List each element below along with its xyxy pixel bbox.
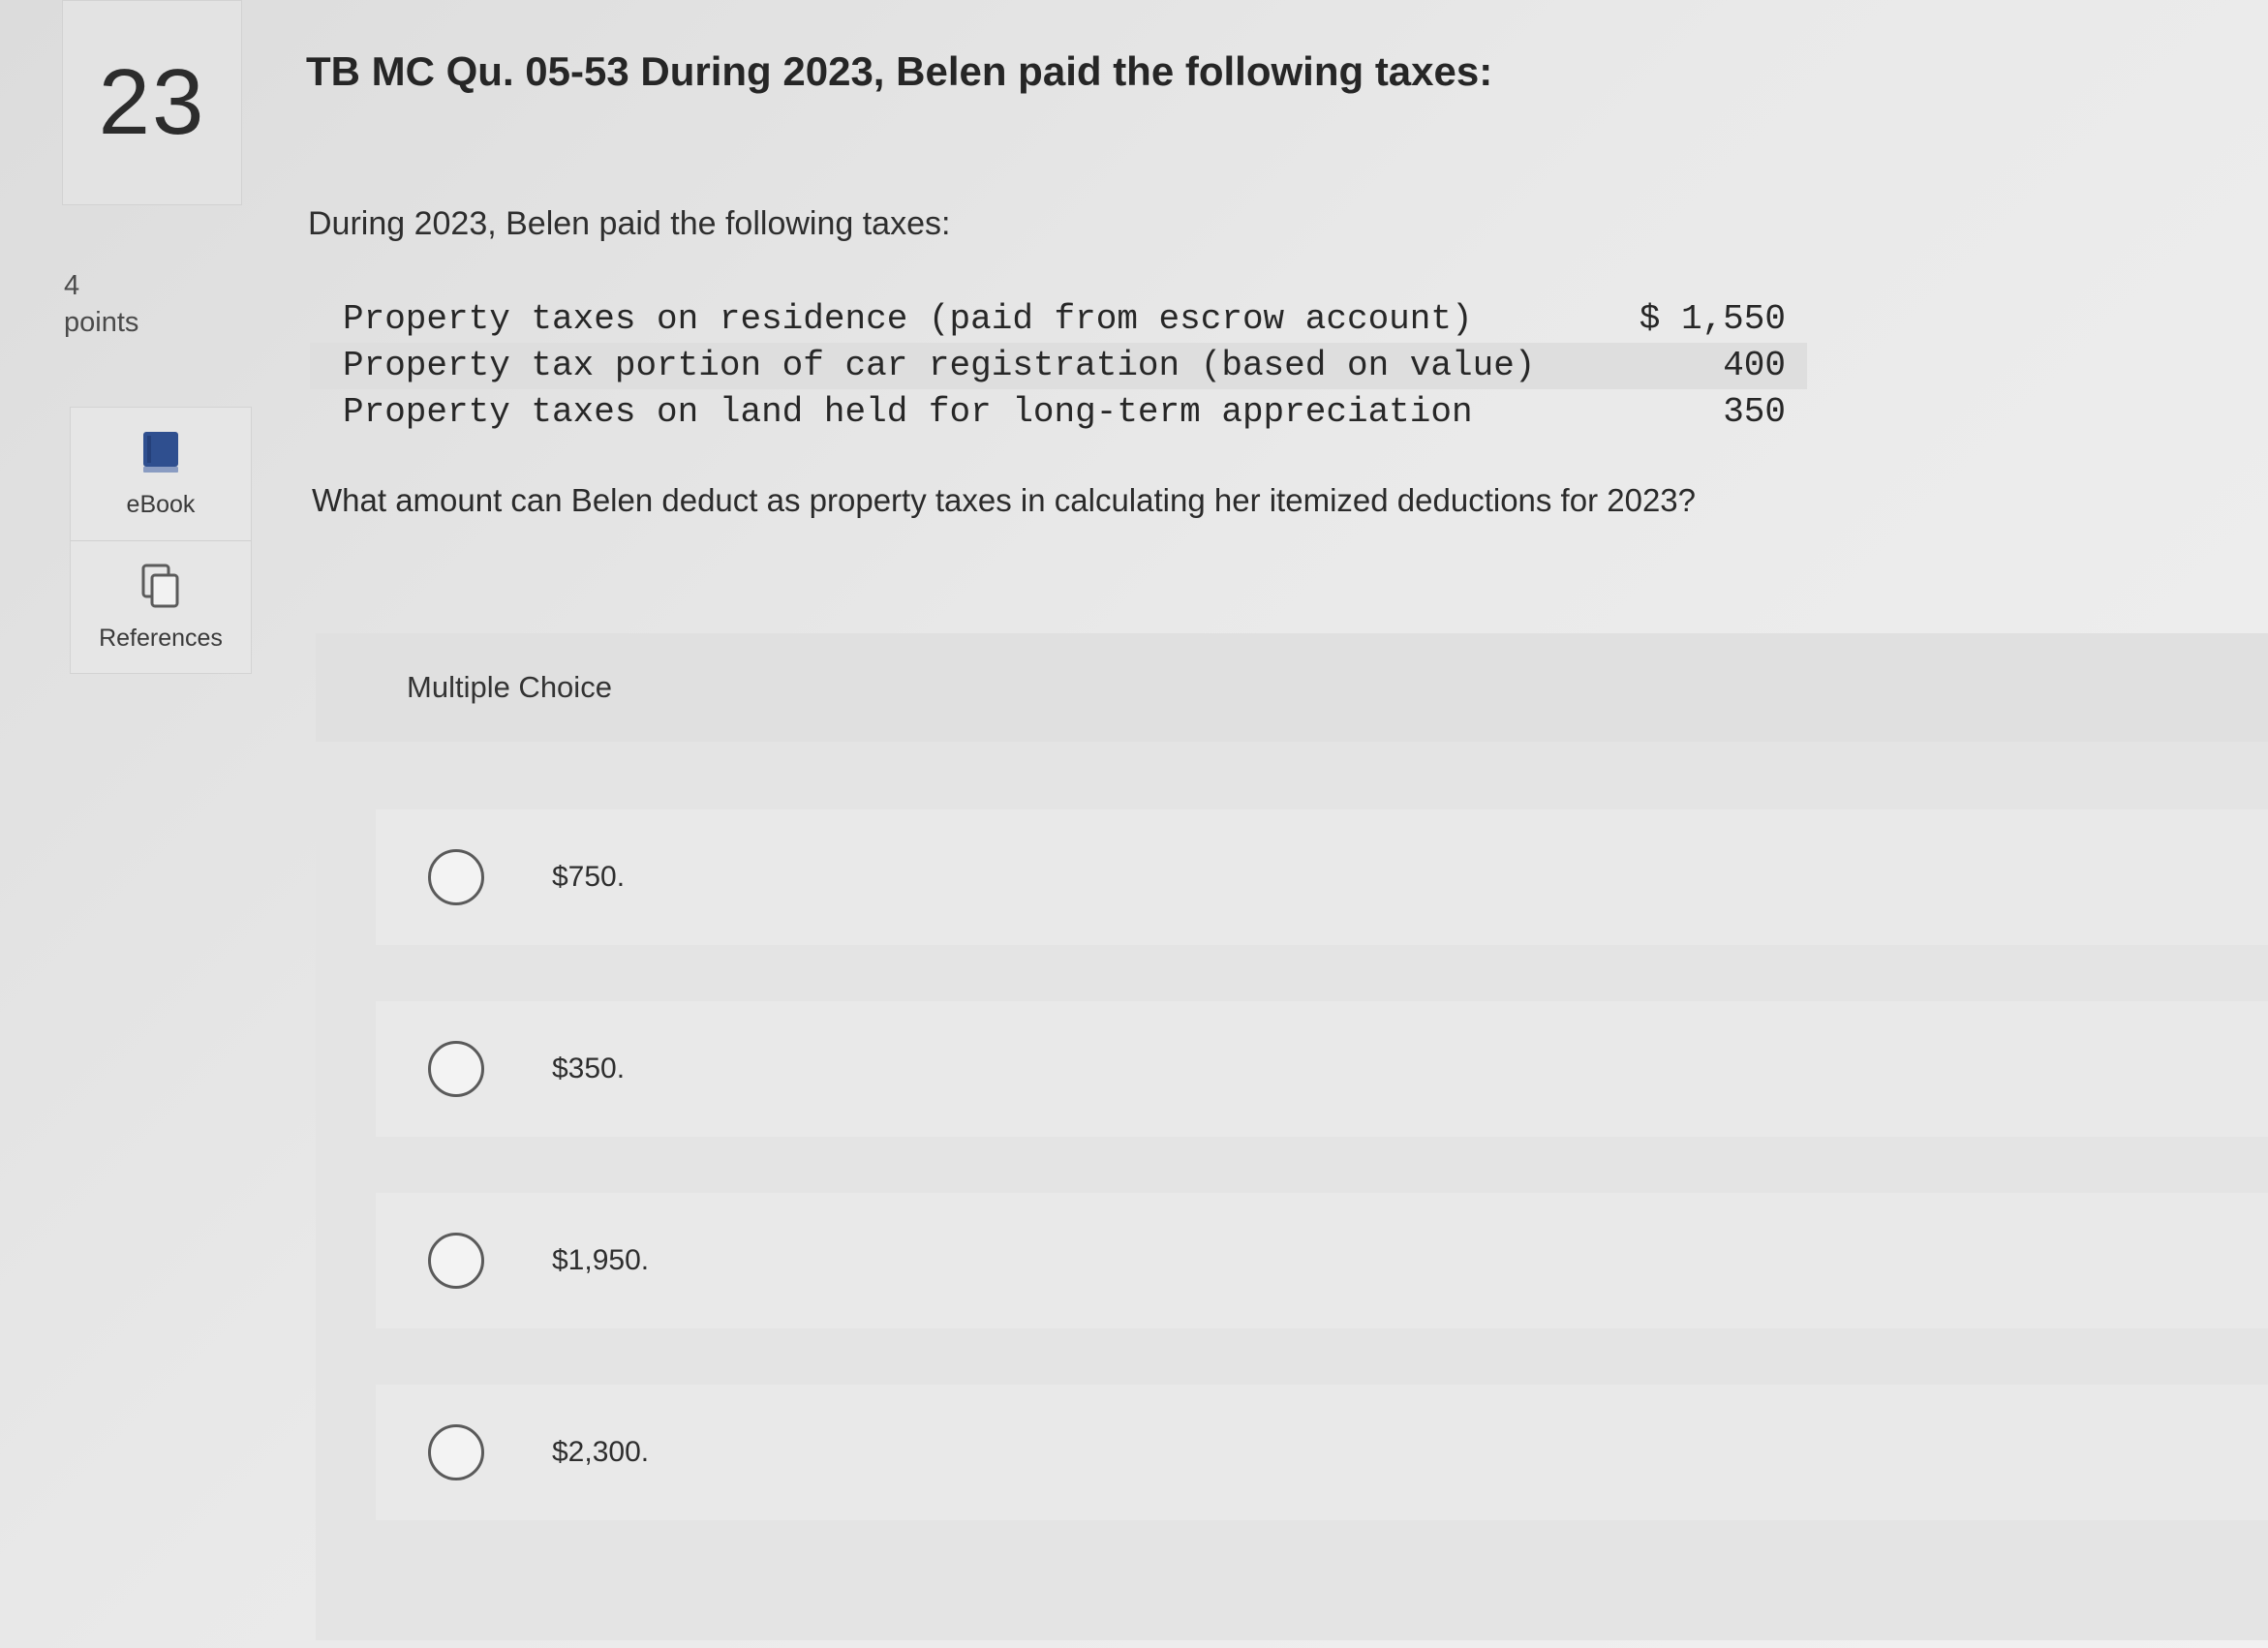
tools-panel: eBook References — [70, 407, 252, 674]
question-number: 23 — [98, 50, 206, 154]
points-block: 4 points — [64, 267, 138, 341]
multiple-choice-panel: Multiple Choice $750. $350. $1,950. $2,3… — [316, 633, 2268, 1640]
points-value: 4 — [64, 270, 80, 301]
answer-option[interactable]: $1,950. — [376, 1193, 2268, 1328]
answer-option[interactable]: $2,300. — [376, 1385, 2268, 1520]
answer-option-label: $750. — [552, 861, 626, 893]
tax-row: Property taxes on land held for long-ter… — [310, 389, 1807, 436]
points-label: points — [64, 307, 139, 338]
answer-option-label: $1,950. — [552, 1244, 650, 1276]
radio-button[interactable] — [428, 849, 484, 905]
tax-amount: 350 — [1723, 392, 1786, 432]
tax-label: Property tax portion of car registration… — [343, 346, 1536, 385]
multiple-choice-header: Multiple Choice — [316, 633, 2268, 742]
tax-row: Property taxes on residence (paid from e… — [310, 296, 1807, 343]
answer-option-label: $2,300. — [552, 1436, 650, 1468]
tax-row: Property tax portion of car registration… — [310, 343, 1807, 389]
book-icon — [139, 430, 182, 481]
answer-option-label: $350. — [552, 1053, 626, 1084]
ebook-button[interactable]: eBook — [71, 408, 251, 540]
tax-label: Property taxes on residence (paid from e… — [343, 299, 1473, 339]
tax-label: Property taxes on land held for long-ter… — [343, 392, 1473, 432]
references-icon — [139, 564, 182, 615]
references-label: References — [99, 624, 223, 652]
tax-table: Property taxes on residence (paid from e… — [310, 296, 1807, 436]
tax-amount: $ 1,550 — [1639, 299, 1786, 339]
question-intro: During 2023, Belen paid the following ta… — [308, 205, 951, 242]
references-button[interactable]: References — [71, 540, 251, 674]
radio-button[interactable] — [428, 1233, 484, 1289]
ebook-label: eBook — [126, 490, 196, 518]
radio-button[interactable] — [428, 1424, 484, 1480]
answer-option[interactable]: $350. — [376, 1001, 2268, 1137]
answer-option[interactable]: $750. — [376, 809, 2268, 945]
question-prompt: What amount can Belen deduct as property… — [312, 482, 1697, 518]
radio-button[interactable] — [428, 1041, 484, 1097]
question-number-box: 23 — [62, 0, 242, 205]
tax-amount: 400 — [1723, 346, 1786, 385]
question-title: TB MC Qu. 05-53 During 2023, Belen paid … — [306, 48, 1493, 94]
